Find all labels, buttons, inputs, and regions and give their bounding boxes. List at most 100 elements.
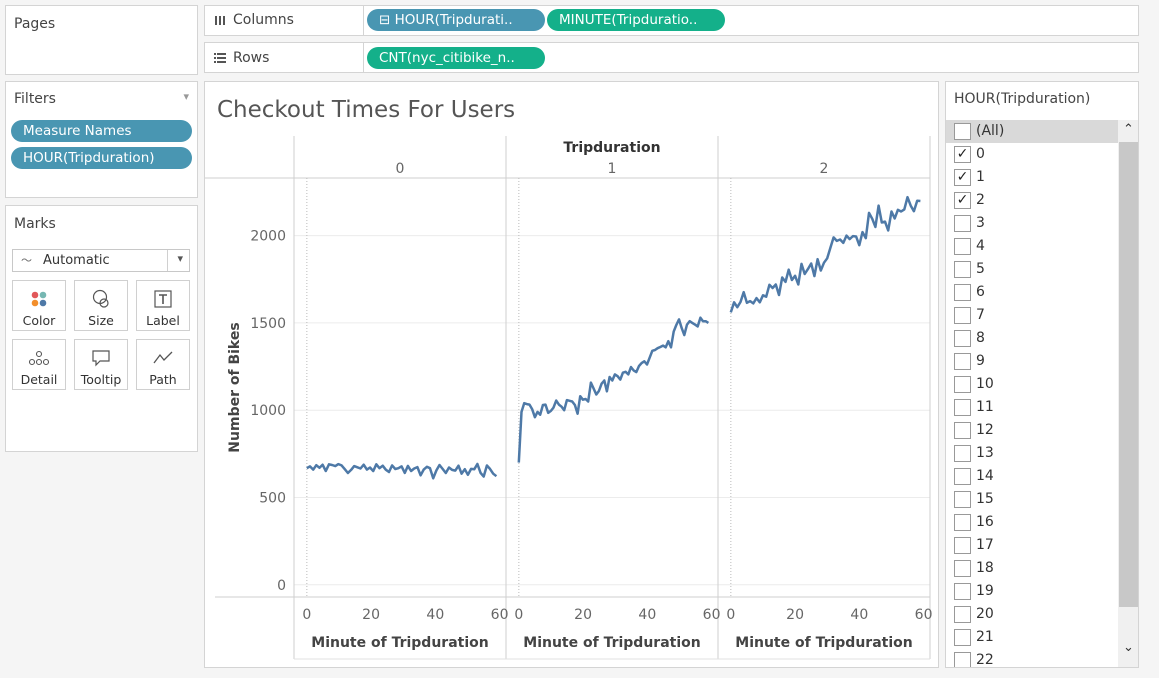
checkbox[interactable]: ✓ bbox=[954, 169, 971, 186]
filter-item[interactable]: 17 bbox=[946, 534, 1118, 557]
marks-card[interactable]: Marks 〜 Automatic ▾ Color Size Label Det… bbox=[5, 205, 198, 452]
panel-header-label: 2 bbox=[820, 161, 829, 177]
series-line-panel-0 bbox=[306, 462, 498, 480]
filter-item[interactable]: 9 bbox=[946, 350, 1118, 373]
label-button[interactable]: Label bbox=[136, 280, 190, 331]
checkbox[interactable] bbox=[954, 330, 971, 347]
path-icon bbox=[153, 351, 173, 364]
measure-names-filter-pill[interactable]: Measure Names bbox=[11, 120, 192, 142]
checkbox[interactable] bbox=[954, 399, 971, 416]
x-tick-label: 0 bbox=[726, 607, 735, 623]
line-chart: 0500100015002000Tripduration0 1 20 20 40 60Mi… bbox=[205, 136, 932, 660]
shelf-divider bbox=[363, 6, 364, 35]
y-tick-label: 1000 bbox=[250, 403, 286, 419]
checkbox[interactable] bbox=[954, 123, 971, 140]
rows-icon bbox=[214, 53, 226, 63]
filter-item[interactable]: 14 bbox=[946, 465, 1118, 488]
checkbox[interactable] bbox=[954, 606, 971, 623]
checkbox[interactable] bbox=[954, 491, 971, 508]
filter-item[interactable]: 4 bbox=[946, 235, 1118, 258]
x-tick-label: 20 bbox=[786, 607, 804, 623]
marks-type-value: Automatic bbox=[43, 253, 110, 268]
checkbox[interactable] bbox=[954, 652, 971, 667]
checkbox[interactable] bbox=[954, 307, 971, 324]
checkbox[interactable] bbox=[954, 445, 971, 462]
count-row-pill[interactable]: CNT(nyc_citibike_n.. bbox=[367, 47, 545, 69]
filter-item[interactable]: 22 bbox=[946, 649, 1118, 668]
filter-item[interactable]: 12 bbox=[946, 419, 1118, 442]
checkbox[interactable] bbox=[954, 238, 971, 255]
rows-shelf[interactable]: Rows CNT(nyc_citibike_n.. bbox=[204, 42, 1139, 73]
marks-type-select[interactable]: 〜 Automatic ▾ bbox=[12, 249, 190, 272]
filter-item[interactable]: 6 bbox=[946, 281, 1118, 304]
x-tick-label: 20 bbox=[362, 607, 380, 623]
size-button[interactable]: Size bbox=[74, 280, 128, 331]
checkbox[interactable] bbox=[954, 215, 971, 232]
x-axis-title: Minute of Tripduration bbox=[735, 635, 912, 651]
scroll-down-icon[interactable]: ⌄ bbox=[1123, 640, 1134, 655]
filter-item-label: 10 bbox=[976, 376, 994, 392]
filter-item-label: 4 bbox=[976, 238, 985, 254]
checkbox[interactable] bbox=[954, 583, 971, 600]
filter-item-label: 18 bbox=[976, 560, 994, 576]
checkbox[interactable] bbox=[954, 376, 971, 393]
filter-item[interactable]: 5 bbox=[946, 258, 1118, 281]
filters-card[interactable]: Filters ▾ Measure Names HOUR(Tripduratio… bbox=[5, 81, 198, 198]
color-button[interactable]: Color bbox=[12, 280, 66, 331]
filter-item[interactable]: 8 bbox=[946, 327, 1118, 350]
path-button[interactable]: Path bbox=[136, 339, 190, 390]
filter-item-label: 6 bbox=[976, 284, 985, 300]
shelf-divider bbox=[363, 43, 364, 72]
filter-item[interactable]: 21 bbox=[946, 626, 1118, 649]
filter-item[interactable]: 16 bbox=[946, 511, 1118, 534]
color-label: Color bbox=[22, 313, 56, 328]
checkbox[interactable] bbox=[954, 629, 971, 646]
filter-item[interactable]: ✓ 0 bbox=[946, 143, 1118, 166]
minute-column-pill[interactable]: MINUTE(Tripduratio.. bbox=[547, 9, 725, 31]
panel-header-label: 1 bbox=[608, 161, 617, 177]
filter-item[interactable]: 3 bbox=[946, 212, 1118, 235]
checkbox[interactable] bbox=[954, 537, 971, 554]
filter-item-label: 12 bbox=[976, 422, 994, 438]
filter-item[interactable]: 13 bbox=[946, 442, 1118, 465]
scroll-up-icon[interactable]: ⌃ bbox=[1123, 122, 1134, 137]
filter-item-all[interactable]: (All) bbox=[946, 120, 1118, 143]
filter-item-label: 22 bbox=[976, 652, 994, 668]
filter-item-label: 17 bbox=[976, 537, 994, 553]
filter-item[interactable]: 7 bbox=[946, 304, 1118, 327]
checkbox[interactable] bbox=[954, 353, 971, 370]
rows-label: Rows bbox=[233, 50, 270, 66]
checkbox[interactable]: ✓ bbox=[954, 146, 971, 163]
checkbox[interactable]: ✓ bbox=[954, 192, 971, 209]
filter-item-label: 14 bbox=[976, 468, 994, 484]
checkbox[interactable] bbox=[954, 261, 971, 278]
hour-column-pill[interactable]: ⊟ HOUR(Tripdurati.. bbox=[367, 9, 545, 31]
series-line-panel-2 bbox=[729, 195, 921, 313]
filters-menu-icon[interactable]: ▾ bbox=[183, 90, 189, 103]
checkbox[interactable] bbox=[954, 560, 971, 577]
columns-label: Columns bbox=[233, 12, 294, 28]
tooltip-button[interactable]: Tooltip bbox=[74, 339, 128, 390]
checkbox[interactable] bbox=[954, 284, 971, 301]
marks-title: Marks bbox=[14, 216, 56, 232]
pages-card[interactable]: Pages bbox=[5, 5, 198, 75]
checkbox[interactable] bbox=[954, 514, 971, 531]
checkbox[interactable] bbox=[954, 422, 971, 439]
filter-item[interactable]: 18 bbox=[946, 557, 1118, 580]
filter-item[interactable]: 11 bbox=[946, 396, 1118, 419]
scrollbar[interactable]: ⌃ ⌄ bbox=[1118, 120, 1138, 667]
hour-filter-pill[interactable]: HOUR(Tripduration) bbox=[11, 147, 192, 169]
detail-button[interactable]: Detail bbox=[12, 339, 66, 390]
filter-item[interactable]: 10 bbox=[946, 373, 1118, 396]
filter-item[interactable]: ✓ 1 bbox=[946, 166, 1118, 189]
filter-item-label: 3 bbox=[976, 215, 985, 231]
filter-item[interactable]: 15 bbox=[946, 488, 1118, 511]
hour-filter-card[interactable]: HOUR(Tripduration) (All) ✓ 0 ✓ 1 ✓ 2 3 4 5 6 7 8 9 10 1… bbox=[945, 81, 1139, 668]
scrollbar-thumb[interactable] bbox=[1119, 142, 1138, 607]
filter-item[interactable]: 20 bbox=[946, 603, 1118, 626]
columns-shelf[interactable]: Columns ⊟ HOUR(Tripdurati.. MINUTE(Tripd… bbox=[204, 5, 1139, 36]
filter-item[interactable]: ✓ 2 bbox=[946, 189, 1118, 212]
checkbox[interactable] bbox=[954, 468, 971, 485]
filter-item[interactable]: 19 bbox=[946, 580, 1118, 603]
tooltip-label: Tooltip bbox=[80, 372, 122, 387]
